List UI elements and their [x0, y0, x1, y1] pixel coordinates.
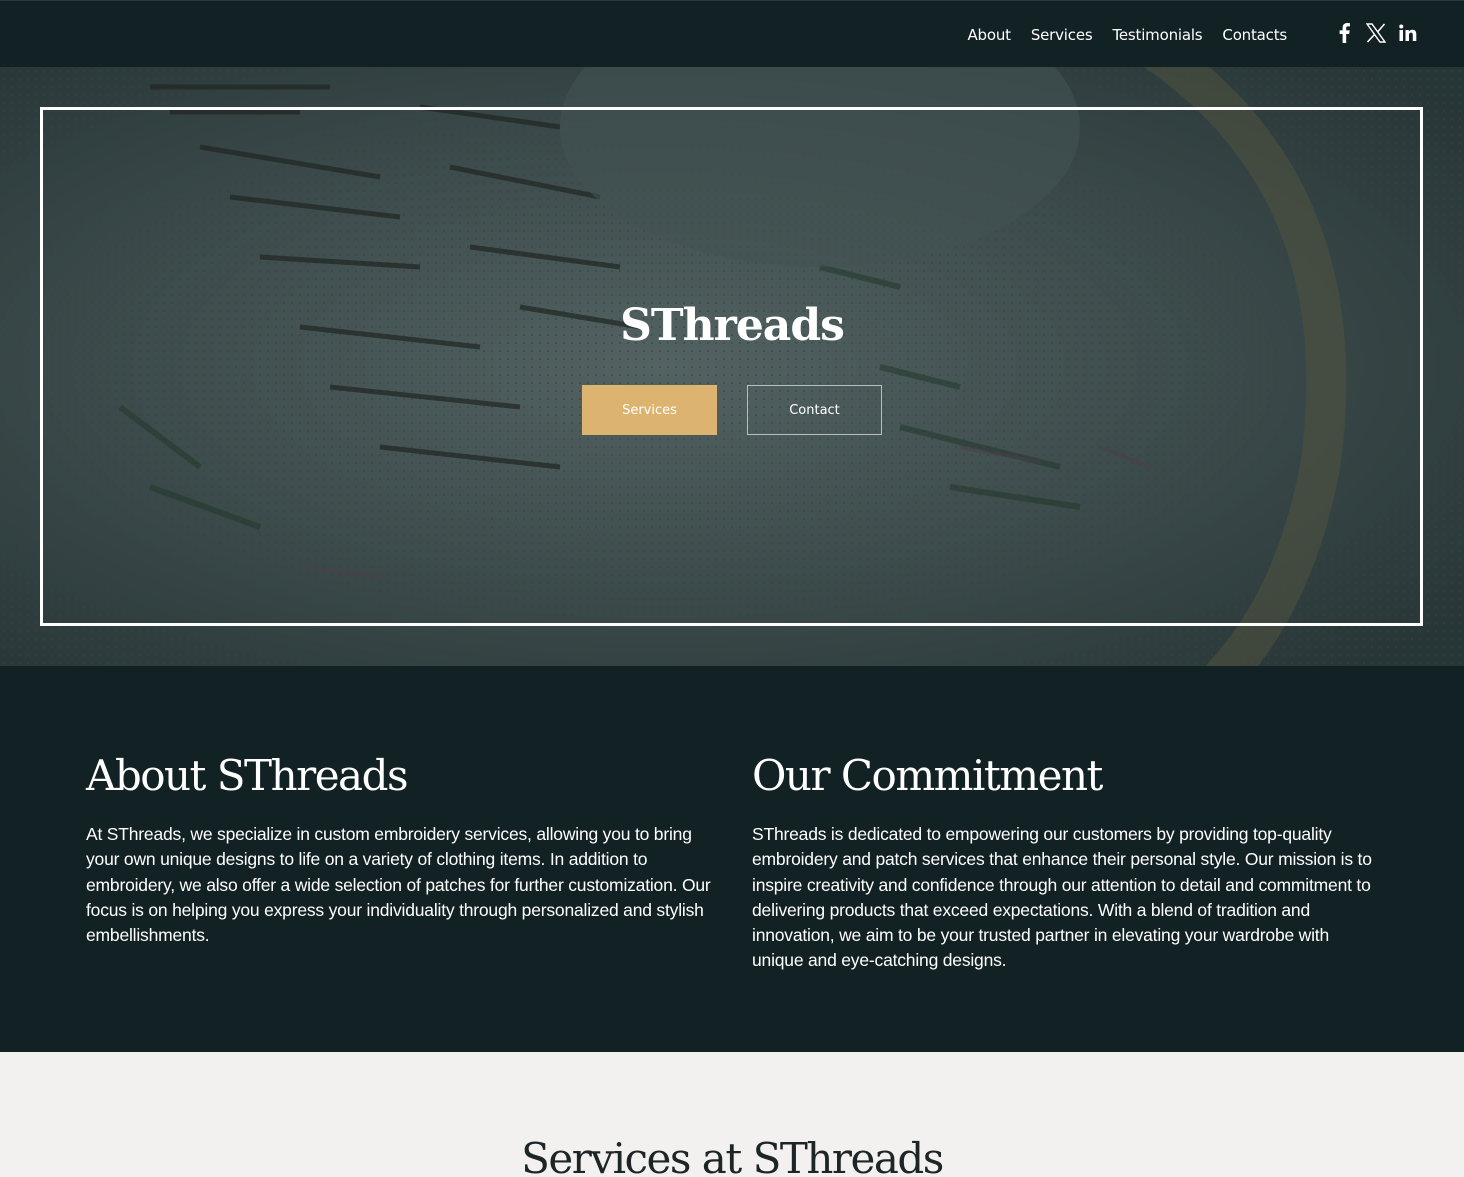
nav-link-testimonials[interactable]: Testimonials [1112, 26, 1202, 44]
services-section: Services at SThreads [0, 1052, 1464, 1177]
commitment-text: SThreads is dedicated to empowering our … [752, 824, 1372, 971]
hero-section: SThreads Services Contact [0, 67, 1464, 666]
nav-link-contacts[interactable]: Contacts [1222, 26, 1287, 44]
facebook-icon[interactable] [1334, 21, 1354, 45]
linkedin-icon[interactable] [1398, 21, 1418, 45]
hero-title: SThreads [620, 300, 845, 351]
commitment-column: Our Commitment SThreads is dedicated to … [752, 748, 1382, 974]
about-text: At SThreads, we specialize in custom emb… [86, 824, 711, 946]
about-heading: About SThreads [86, 751, 409, 800]
nav-link-about[interactable]: About [967, 26, 1011, 44]
nav-link-services[interactable]: Services [1031, 26, 1093, 44]
about-column: About SThreads At SThreads, we specializ… [86, 748, 716, 948]
x-icon[interactable] [1366, 21, 1386, 45]
about-section: About SThreads At SThreads, we specializ… [0, 666, 1464, 1052]
contact-button[interactable]: Contact [747, 385, 882, 435]
commitment-heading: Our Commitment [752, 751, 1103, 800]
nav-links: About Services Testimonials Contacts [967, 1, 1287, 68]
top-navigation: About Services Testimonials Contacts [0, 0, 1464, 67]
hero-buttons: Services Contact [582, 385, 882, 435]
services-heading: Services at SThreads [521, 1134, 944, 1177]
social-links [1334, 21, 1418, 45]
hero-frame [40, 107, 1423, 626]
services-button[interactable]: Services [582, 385, 717, 435]
